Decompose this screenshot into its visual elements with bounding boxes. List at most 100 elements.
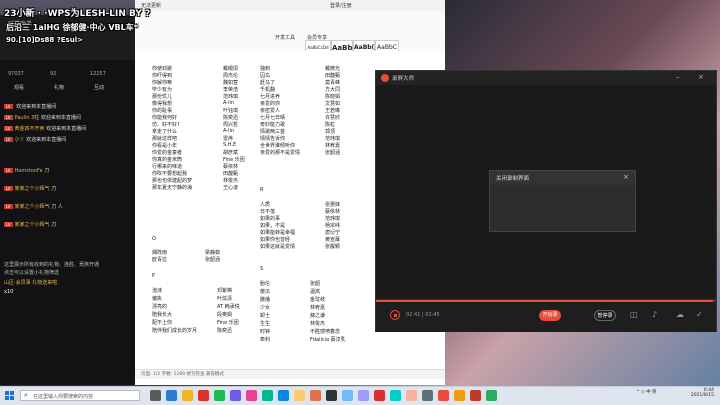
artist-name: Fine 乐团 [223, 157, 245, 163]
stat-likes: 92 [50, 71, 57, 77]
song-title: 配不上你 [152, 320, 173, 326]
artist-name: A-lin [223, 100, 235, 106]
song-title: 你能我何好 [152, 115, 178, 121]
close-icon[interactable]: × [698, 73, 704, 81]
artist-name: 文慧如 [325, 101, 341, 107]
song-title: 全世界谁倾听你 [260, 143, 296, 149]
artist-name: 周兴哲 [223, 122, 239, 128]
app-icon[interactable] [486, 390, 497, 401]
task-view-icon[interactable] [150, 390, 161, 401]
song-title: 囚鸟 [260, 73, 271, 79]
clock[interactable]: 6:44 2021/8/15 [676, 388, 714, 398]
artist-name: 梁静茹 [205, 250, 221, 256]
app-icon[interactable] [422, 390, 433, 401]
app-icon[interactable] [342, 390, 353, 401]
search-icon: ⌕ [24, 391, 28, 399]
app-icon[interactable] [262, 390, 273, 401]
menu-dev-tools[interactable]: 开发工具 [275, 34, 295, 41]
stat-gifts: 12257 [90, 71, 106, 77]
mic-icon[interactable]: ♪ [652, 310, 657, 319]
chat-username: 黄金四不开卖 [14, 126, 45, 132]
artist-name: 范玮琪 [325, 136, 341, 142]
app-icon[interactable] [358, 390, 369, 401]
app-icon[interactable] [230, 390, 241, 401]
chat-panel[interactable]: 弹幕助手 97037 92 12257 观看 礼物 互动 LV 欢迎来到本直播间… [0, 15, 135, 385]
taskbar-search[interactable]: ⌕ 在这里输入你要搜索的内容 [20, 390, 140, 401]
recorder-window[interactable]: 录屏大师 – × 关闭录制界面 × 02:41 | 02:45 开始录 暂停录 … [375, 70, 717, 332]
app-icon[interactable] [406, 390, 417, 401]
check-icon[interactable]: ✓ [696, 310, 703, 319]
chat-username: 某某之个小辉气 [14, 204, 50, 210]
system-tray[interactable]: ^ ◇ 中 英 [636, 389, 657, 395]
app-icon[interactable] [454, 390, 465, 401]
camera-icon[interactable]: ◫ [630, 310, 638, 319]
song-title: 仿、好不好? [152, 122, 180, 128]
stop-record-icon[interactable] [390, 310, 400, 320]
chat-text: 欢迎来到本直播间 [46, 126, 87, 132]
dialog-close-icon[interactable]: × [623, 173, 629, 181]
recorder-titlebar[interactable]: 录屏大师 – × [376, 71, 716, 85]
song-title: 亲爱的你 [260, 101, 281, 107]
close-recording-dialog[interactable]: 关闭录制界面 × [489, 170, 636, 232]
tab-interact[interactable]: 互动 [94, 84, 104, 91]
minimize-icon[interactable]: – [676, 73, 680, 81]
windows-start-icon[interactable] [5, 391, 14, 400]
song-title: 你使劲跳 [152, 66, 173, 72]
artist-name: 许慧欣 [325, 115, 341, 121]
song-title: 胎伦 [260, 281, 271, 287]
song-title: 时钟 [260, 329, 271, 335]
artist-name: A-lin [223, 128, 235, 134]
artist-name: 陈奕迅 [217, 328, 233, 334]
app-icon[interactable] [390, 390, 401, 401]
song-title: 那就这样吧 [152, 136, 178, 142]
section-letter-s: S [260, 266, 264, 272]
app-icon[interactable] [246, 390, 257, 401]
pause-record-button[interactable]: 暂停录 [594, 310, 616, 321]
recorder-title: 录屏大师 [392, 76, 415, 82]
recorder-logo-icon [381, 74, 389, 82]
tab-gifts[interactable]: 礼物 [54, 84, 64, 91]
cloud-icon[interactable]: ☁ [676, 310, 684, 319]
song-title: 傻瓜 [260, 289, 271, 295]
artist-name: 李荣浩 [223, 87, 239, 93]
start-icon-tile [5, 391, 9, 395]
recorder-taskbar-icon[interactable] [438, 390, 449, 401]
artist-name: 张惠妹 [325, 202, 341, 208]
start-icon-tile [10, 391, 14, 395]
song-title: 你吓得到 [152, 73, 173, 79]
explorer-icon[interactable] [182, 390, 193, 401]
app-icon[interactable] [470, 390, 481, 401]
recording-progress-fill [376, 300, 713, 302]
song-title: 少女 [260, 305, 271, 311]
app-icon[interactable] [198, 390, 209, 401]
login-button[interactable]: 登录/注册 [330, 2, 352, 9]
artist-name: 林俊杰 [223, 178, 239, 184]
song-title: 人质 [260, 202, 271, 208]
overlay-line-2: 后沿三 1alHG 徐郁健·中心 VBL车* [6, 23, 138, 32]
section-letter-o: O [152, 236, 156, 242]
artist-name: S.H.E [223, 142, 237, 148]
level-badge: LV [4, 204, 13, 209]
chat-username: 小丫 [14, 137, 25, 143]
gift-filter-hint[interactable]: 点击可以设置小礼物筛选 [4, 269, 59, 276]
tab-watch[interactable]: 观看 [14, 84, 24, 91]
chat-text: 刀 [51, 222, 57, 228]
start-record-button[interactable]: 开始录 [539, 310, 561, 321]
app-icon[interactable] [374, 390, 385, 401]
app-icon[interactable] [214, 390, 225, 401]
edge-icon[interactable] [166, 390, 177, 401]
app-icon[interactable] [278, 390, 289, 401]
artist-name: 莫青峰 [325, 80, 341, 86]
artist-name: AT 韩承悦 [217, 304, 240, 310]
artist-name: 黄宣蘸 [325, 237, 341, 243]
artist-name: 田馥甄 [325, 73, 341, 79]
doc-status-text: 页面: 1/2 字数: 1289 拼写检查 兼容模式 [141, 372, 224, 377]
song-title: 如果你也曾经 [260, 237, 291, 243]
app-icon[interactable] [294, 390, 305, 401]
artist-name: 张韶 [310, 281, 321, 287]
song-title: 漂亮的 [152, 304, 168, 310]
song-title: 牵利 [260, 337, 271, 343]
artist-name: 张靓颖 [325, 244, 341, 250]
app-icon[interactable] [310, 390, 321, 401]
app-icon[interactable] [326, 390, 337, 401]
